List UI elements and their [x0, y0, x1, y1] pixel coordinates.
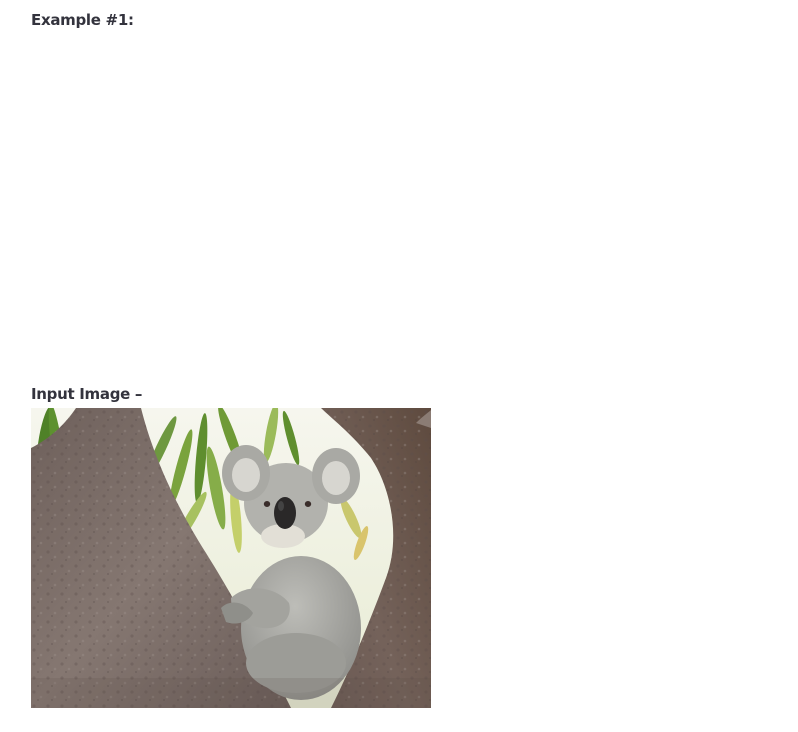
example-heading: Example #1:: [31, 11, 134, 29]
koala-nose: [274, 497, 296, 529]
input-image-label: Input Image –: [31, 385, 143, 403]
koala-photo: [31, 408, 431, 708]
